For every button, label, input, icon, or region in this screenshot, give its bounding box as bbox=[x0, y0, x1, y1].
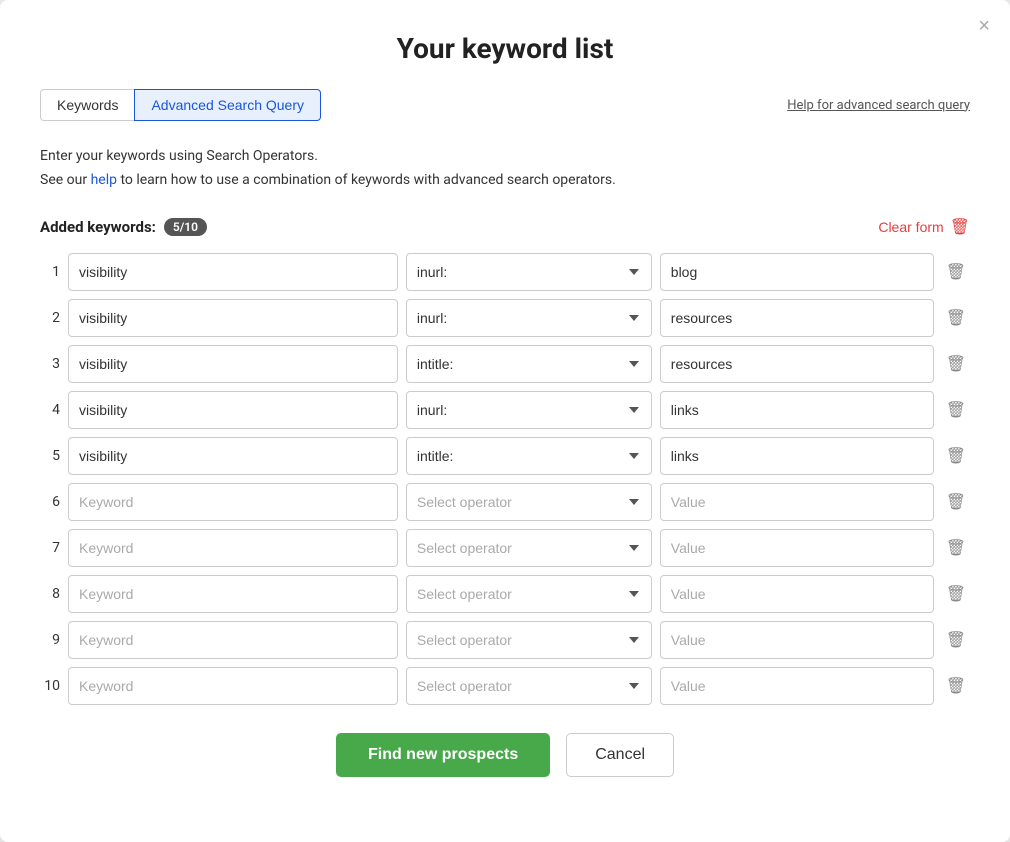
delete-row-button[interactable]: 🗑 bbox=[942, 534, 970, 562]
keyword-input[interactable] bbox=[68, 253, 398, 291]
clear-form-label: Clear form bbox=[878, 219, 943, 235]
value-input[interactable] bbox=[660, 621, 934, 659]
operator-select[interactable]: Select operatorinurl:intitle:inanchor:al… bbox=[406, 345, 652, 383]
instructions-after: to learn how to use a combination of key… bbox=[117, 172, 616, 188]
value-input[interactable] bbox=[660, 253, 934, 291]
keyword-row: 7 Select operatorinurl:intitle:inanchor:a… bbox=[40, 529, 970, 567]
row-number: 7 bbox=[40, 540, 60, 556]
keyword-row: 8 Select operatorinurl:intitle:inanchor:a… bbox=[40, 575, 970, 613]
row-number: 9 bbox=[40, 632, 60, 648]
delete-row-button[interactable]: 🗑 bbox=[942, 626, 970, 654]
keyword-input[interactable] bbox=[68, 299, 398, 337]
row-number: 6 bbox=[40, 494, 60, 510]
operator-select[interactable]: Select operatorinurl:intitle:inanchor:al… bbox=[406, 483, 652, 521]
keyword-row: 4 Select operatorinurl:intitle:inanchor:a… bbox=[40, 391, 970, 429]
modal-container: × Your keyword list Keywords Advanced Se… bbox=[0, 0, 1010, 842]
instructions-before: See our bbox=[40, 172, 91, 188]
keyword-rows: 1 Select operatorinurl:intitle:inanchor:a… bbox=[40, 253, 970, 705]
value-input[interactable] bbox=[660, 345, 934, 383]
delete-row-button[interactable]: 🗑 bbox=[942, 672, 970, 700]
row-number: 4 bbox=[40, 402, 60, 418]
operator-select[interactable]: Select operatorinurl:intitle:inanchor:al… bbox=[406, 299, 652, 337]
tab-keywords[interactable]: Keywords bbox=[40, 89, 134, 121]
section-header: Added keywords: 5/10 Clear form 🗑 bbox=[40, 217, 970, 237]
value-input[interactable] bbox=[660, 483, 934, 521]
keyword-input[interactable] bbox=[68, 483, 398, 521]
row-number: 5 bbox=[40, 448, 60, 464]
keyword-row: 3 Select operatorinurl:intitle:inanchor:a… bbox=[40, 345, 970, 383]
value-input[interactable] bbox=[660, 299, 934, 337]
tabs-row: Keywords Advanced Search Query Help for … bbox=[40, 89, 970, 121]
operator-select[interactable]: Select operatorinurl:intitle:inanchor:al… bbox=[406, 575, 652, 613]
delete-row-button[interactable]: 🗑 bbox=[942, 442, 970, 470]
keyword-input[interactable] bbox=[68, 529, 398, 567]
keyword-input[interactable] bbox=[68, 391, 398, 429]
tab-advanced-search[interactable]: Advanced Search Query bbox=[134, 89, 321, 121]
footer-buttons: Find new prospects Cancel bbox=[40, 733, 970, 777]
row-number: 2 bbox=[40, 310, 60, 326]
clear-form-button[interactable]: Clear form 🗑 bbox=[878, 217, 970, 237]
value-input[interactable] bbox=[660, 575, 934, 613]
added-keywords-text: Added keywords: bbox=[40, 218, 156, 236]
row-number: 3 bbox=[40, 356, 60, 372]
instructions-help-link[interactable]: help bbox=[91, 172, 117, 188]
modal-title: Your keyword list bbox=[40, 32, 970, 65]
value-input[interactable] bbox=[660, 437, 934, 475]
operator-select[interactable]: Select operatorinurl:intitle:inanchor:al… bbox=[406, 437, 652, 475]
delete-row-button[interactable]: 🗑 bbox=[942, 258, 970, 286]
keyword-input[interactable] bbox=[68, 437, 398, 475]
cancel-button[interactable]: Cancel bbox=[566, 733, 674, 777]
value-input[interactable] bbox=[660, 529, 934, 567]
delete-row-button[interactable]: 🗑 bbox=[942, 488, 970, 516]
operator-select[interactable]: Select operatorinurl:intitle:inanchor:al… bbox=[406, 253, 652, 291]
close-button[interactable]: × bbox=[978, 16, 990, 36]
operator-select[interactable]: Select operatorinurl:intitle:inanchor:al… bbox=[406, 529, 652, 567]
value-input[interactable] bbox=[660, 391, 934, 429]
keywords-badge: 5/10 bbox=[164, 218, 207, 236]
keyword-input[interactable] bbox=[68, 621, 398, 659]
trash-icon: 🗑 bbox=[950, 217, 970, 237]
keyword-row: 6 Select operatorinurl:intitle:inanchor:a… bbox=[40, 483, 970, 521]
delete-row-button[interactable]: 🗑 bbox=[942, 396, 970, 424]
value-input[interactable] bbox=[660, 667, 934, 705]
keyword-input[interactable] bbox=[68, 575, 398, 613]
delete-row-button[interactable]: 🗑 bbox=[942, 350, 970, 378]
operator-select[interactable]: Select operatorinurl:intitle:inanchor:al… bbox=[406, 391, 652, 429]
keyword-input[interactable] bbox=[68, 345, 398, 383]
keyword-row: 9 Select operatorinurl:intitle:inanchor:a… bbox=[40, 621, 970, 659]
operator-select[interactable]: Select operatorinurl:intitle:inanchor:al… bbox=[406, 621, 652, 659]
keyword-row: 10 Select operatorinurl:intitle:inanchor:… bbox=[40, 667, 970, 705]
operator-select[interactable]: Select operatorinurl:intitle:inanchor:al… bbox=[406, 667, 652, 705]
row-number: 10 bbox=[40, 678, 60, 694]
keyword-row: 1 Select operatorinurl:intitle:inanchor:a… bbox=[40, 253, 970, 291]
row-number: 8 bbox=[40, 586, 60, 602]
row-number: 1 bbox=[40, 264, 60, 280]
delete-row-button[interactable]: 🗑 bbox=[942, 580, 970, 608]
instructions-line1: Enter your keywords using Search Operato… bbox=[40, 145, 970, 169]
keyword-row: 5 Select operatorinurl:intitle:inanchor:a… bbox=[40, 437, 970, 475]
keyword-row: 2 Select operatorinurl:intitle:inanchor:a… bbox=[40, 299, 970, 337]
find-prospects-button[interactable]: Find new prospects bbox=[336, 733, 550, 777]
tabs-container: Keywords Advanced Search Query bbox=[40, 89, 321, 121]
delete-row-button[interactable]: 🗑 bbox=[942, 304, 970, 332]
instructions-block: Enter your keywords using Search Operato… bbox=[40, 145, 970, 193]
keyword-input[interactable] bbox=[68, 667, 398, 705]
help-link[interactable]: Help for advanced search query bbox=[787, 98, 970, 113]
instructions-line2: See our help to learn how to use a combi… bbox=[40, 169, 970, 193]
added-keywords-label: Added keywords: 5/10 bbox=[40, 218, 207, 236]
